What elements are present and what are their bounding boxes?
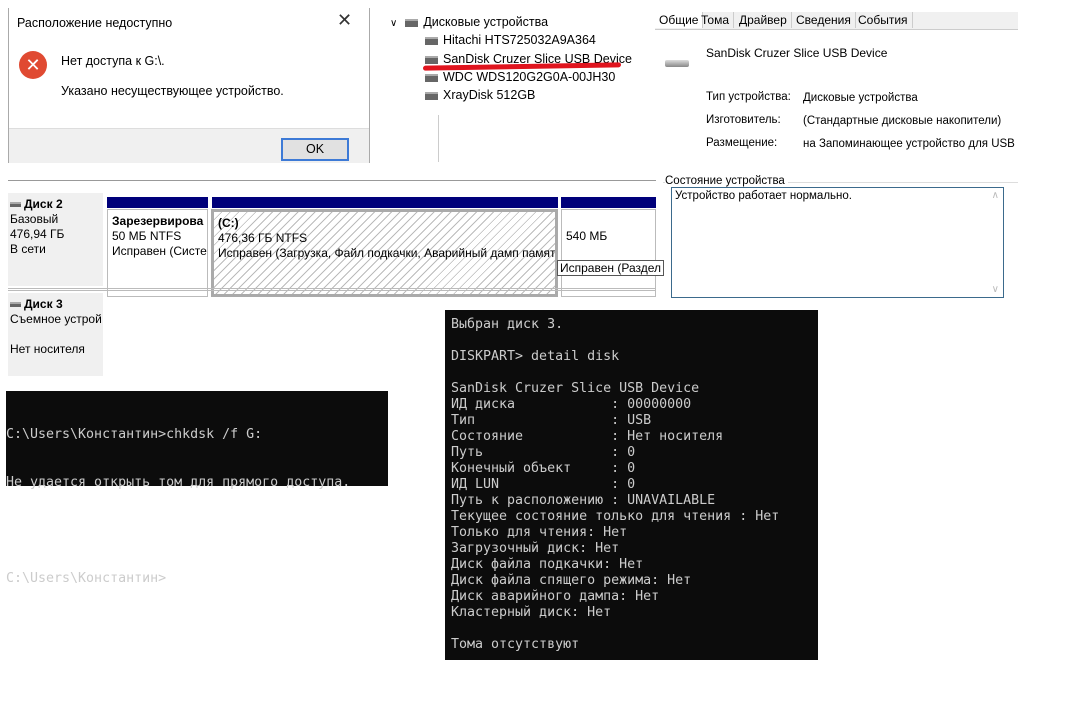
partition-size: 476,36 ГБ NTFS xyxy=(218,231,308,245)
console-line: Диск файла спящего режима: Нет xyxy=(451,573,692,588)
disk2-title: Диск 2 xyxy=(10,197,103,212)
device-tree: ∨ Дисковые устройства Hitachi HTS725032A9… xyxy=(390,0,640,162)
console-line: Тип : USB xyxy=(451,413,652,428)
partition-size: 540 МБ xyxy=(566,229,608,243)
divider xyxy=(438,115,439,162)
console-line: Текущее состояние только для чтения : Не… xyxy=(451,509,780,524)
partition-bar xyxy=(107,197,208,208)
ok-button[interactable]: OK xyxy=(281,138,349,161)
disk3-type: Съемное устрой xyxy=(10,312,102,326)
console-line: Диск аварийного дампа: Нет xyxy=(451,589,660,604)
manufacturer-label: Изготовитель: xyxy=(706,114,781,126)
status-group-label: Состояние устройства xyxy=(665,175,788,187)
partition-status: Исправен (Загрузка, Файл подкачки, Авари… xyxy=(218,246,558,260)
location-value: на Запоминающее устройство для USB xyxy=(803,138,1015,150)
partition-name: (C:) xyxy=(218,216,239,230)
tree-item[interactable]: XrayDisk 512GB xyxy=(425,88,535,102)
partition-c[interactable]: (C:) 476,36 ГБ NTFS Исправен (Загрузка, … xyxy=(211,209,558,297)
dialog-footer: OK xyxy=(9,128,369,163)
disk3-info[interactable]: Диск 3 Съемное устрой Нет носителя xyxy=(8,293,103,376)
console-line: Диск файла подкачки: Нет xyxy=(451,557,644,572)
drive-icon xyxy=(425,36,438,45)
partition-size: 50 МБ NTFS xyxy=(112,229,182,243)
partition-bar xyxy=(561,197,656,208)
console-line: Путь : 0 xyxy=(451,445,636,460)
item-label: WDC WDS120G2G0A-00JH30 xyxy=(443,70,616,84)
item-label: XrayDisk 512GB xyxy=(443,88,536,102)
error-detail: Указано несуществующее устройство. xyxy=(61,84,284,98)
tab-events[interactable]: События xyxy=(854,12,913,28)
disk3-name: Диск 3 xyxy=(24,297,63,311)
console-line: Выбран диск 3. xyxy=(451,317,564,332)
partition-tooltip: Исправен (Раздел xyxy=(557,260,665,276)
disk2-size: 476,94 ГБ xyxy=(10,227,65,241)
item-label: Hitachi HTS725032A9A364 xyxy=(443,33,596,47)
usb-drive-icon xyxy=(665,60,689,67)
tab-bar: Общие Тома Драйвер Сведения События xyxy=(655,12,1018,30)
chkdsk-console[interactable]: C:\Users\Константин>chkdsk /f G: Не удае… xyxy=(6,391,388,586)
type-label: Тип устройства: xyxy=(706,91,791,103)
console-line: Конечный объект : 0 xyxy=(451,461,636,476)
console-line: Загрузочный диск: Нет xyxy=(451,541,620,556)
tab-volumes[interactable]: Тома xyxy=(697,12,734,28)
console-line: Путь к расположению : UNAVAILABLE xyxy=(451,493,716,508)
console-line: SanDisk Cruzer Slice USB Device xyxy=(451,381,700,396)
type-value: Дисковые устройства xyxy=(803,92,918,104)
disk3-state: Нет носителя xyxy=(10,342,85,356)
drive-icon xyxy=(425,91,438,100)
drive-icon xyxy=(425,73,438,82)
disk2-state: В сети xyxy=(10,242,46,256)
disk-icon xyxy=(10,202,21,208)
partition-bar xyxy=(212,197,558,208)
console-line: ИД LUN : 0 xyxy=(451,477,636,492)
partition-status: Исправен (Систе xyxy=(112,244,207,258)
console-line: Только для чтения: Нет xyxy=(451,525,628,540)
partition-reserved[interactable]: Зарезервирова 50 МБ NTFS Исправен (Систе xyxy=(107,209,208,297)
drive-icon xyxy=(425,55,438,64)
console-line: Тома отсутствуют xyxy=(451,637,580,652)
disk-icon xyxy=(10,302,21,308)
console-line: C:\Users\Константин>chkdsk /f G: xyxy=(6,427,263,442)
diskpart-console[interactable]: Выбран диск 3. DISKPART> detail disk SanDi… xyxy=(445,310,818,660)
drive-icon xyxy=(405,18,419,27)
tree-category[interactable]: ∨ Дисковые устройства xyxy=(390,15,548,29)
manufacturer-value: (Стандартные дисковые накопители) xyxy=(803,115,1002,127)
status-textbox[interactable]: Устройство работает нормально. ∧ ∨ xyxy=(671,187,1004,298)
device-properties: Общие Тома Драйвер Сведения События SanD… xyxy=(655,0,1018,302)
scroll-down-icon[interactable]: ∨ xyxy=(992,284,999,295)
tab-driver[interactable]: Драйвер xyxy=(735,12,792,28)
error-message: Нет доступа к G:\. xyxy=(61,54,165,68)
console-line: C:\Users\Константин> xyxy=(6,571,167,586)
disk2-info[interactable]: Диск 2 Базовый 476,94 ГБ В сети xyxy=(8,193,103,286)
tree-item[interactable]: WDC WDS120G2G0A-00JH30 xyxy=(425,70,615,84)
disk2-partitions: Зарезервирова 50 МБ NTFS Исправен (Систе… xyxy=(105,193,665,297)
console-line: Состояние : Нет носителя xyxy=(451,429,724,444)
disk2-name: Диск 2 xyxy=(24,197,63,211)
divider xyxy=(8,288,656,291)
console-line: DISKPART> detail disk xyxy=(451,349,620,364)
error-icon: ✕ xyxy=(19,51,47,79)
disk2-type: Базовый xyxy=(10,212,59,226)
disk3-title: Диск 3 xyxy=(10,297,103,312)
console-line: Кластерный диск: Нет xyxy=(451,605,612,620)
status-text: Устройство работает нормально. xyxy=(675,190,852,202)
partition-name: Зарезервирова xyxy=(112,214,204,228)
dialog-title: Расположение недоступно xyxy=(17,16,173,30)
device-name: SanDisk Cruzer Slice USB Device xyxy=(706,46,888,60)
location-label: Размещение: xyxy=(706,137,778,149)
close-icon[interactable]: ✕ xyxy=(337,10,352,31)
chevron-down-icon[interactable]: ∨ xyxy=(390,18,397,29)
category-label: Дисковые устройства xyxy=(423,15,549,29)
console-line: ИД диска : 00000000 xyxy=(451,397,692,412)
console-line: Не удается открыть том для прямого досту… xyxy=(6,475,351,490)
error-dialog: Расположение недоступно ✕ ✕ Нет доступа … xyxy=(8,8,370,163)
scroll-up-icon[interactable]: ∧ xyxy=(992,190,999,201)
tab-details[interactable]: Сведения xyxy=(792,12,856,28)
tree-item[interactable]: Hitachi HTS725032A9A364 xyxy=(425,33,596,47)
partition-recovery[interactable]: 540 МБ xyxy=(561,209,656,297)
